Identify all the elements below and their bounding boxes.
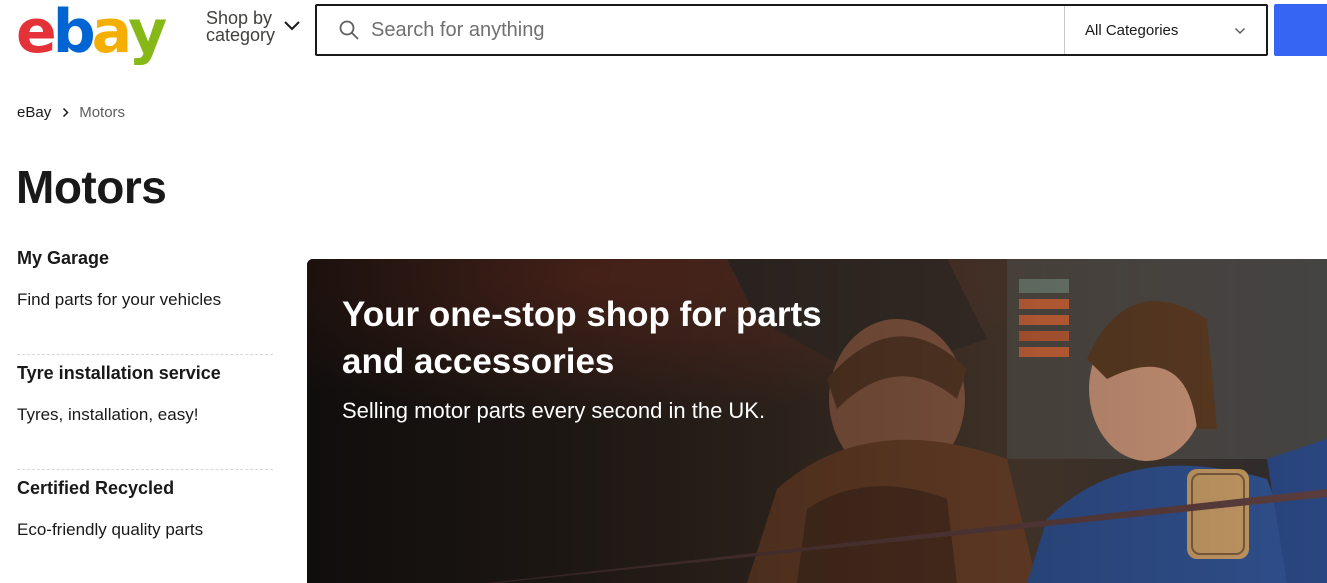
sidebar-item-subtitle: Find parts for your vehicles (17, 290, 222, 309)
sidebar-item-title: My Garage (17, 248, 110, 268)
sidebar-item-subtitle: Eco-friendly quality parts (17, 520, 204, 539)
search-bar: All Categories (315, 4, 1268, 56)
sidebar-item-title: Tyre installation service (17, 363, 221, 383)
chevron-right-icon (62, 107, 69, 118)
sidebar-item-subtitle: Tyres, installation, easy! (17, 405, 199, 424)
logo-letter-e: e (16, 0, 57, 67)
category-select[interactable]: All Categories (1064, 6, 1266, 54)
logo-letter-b: b (52, 0, 96, 67)
sidebar-item-tyre-installation[interactable]: Tyre installation service Tyres, install… (17, 355, 273, 470)
chevron-down-icon (283, 19, 301, 37)
breadcrumb: eBay Motors (17, 104, 125, 121)
shop-by-line2: category (206, 25, 276, 45)
sidebar-item-my-garage[interactable]: My Garage Find parts for your vehicles (17, 240, 273, 355)
search-button[interactable] (1274, 4, 1327, 56)
category-select-value: All Categories (1085, 21, 1179, 39)
logo-letter-y: y (128, 0, 167, 67)
shop-by-category-button[interactable]: Shop by category (206, 9, 301, 45)
hero-subtitle: Selling motor parts every second in the … (342, 398, 766, 423)
sidebar-item-certified-recycled[interactable]: Certified Recycled Eco-friendly quality … (17, 470, 273, 583)
ebay-logo[interactable]: e b a y (16, 0, 167, 67)
shop-by-category-label: Shop by category (206, 9, 276, 45)
hero-title: Your one-stop shop for parts and accesso… (342, 295, 822, 381)
sidebar: My Garage Find parts for your vehicles T… (17, 240, 273, 583)
sidebar-item-title: Certified Recycled (17, 478, 175, 498)
search-input[interactable] (359, 6, 1064, 54)
chevron-down-icon (1234, 22, 1246, 39)
logo-letter-a: a (91, 0, 132, 67)
page-title: Motors (16, 161, 167, 213)
breadcrumb-home[interactable]: eBay (17, 104, 51, 121)
breadcrumb-current: Motors (79, 104, 126, 121)
search-icon (339, 20, 359, 40)
hero-banner[interactable]: Your one-stop shop for parts and accesso… (307, 259, 1327, 583)
